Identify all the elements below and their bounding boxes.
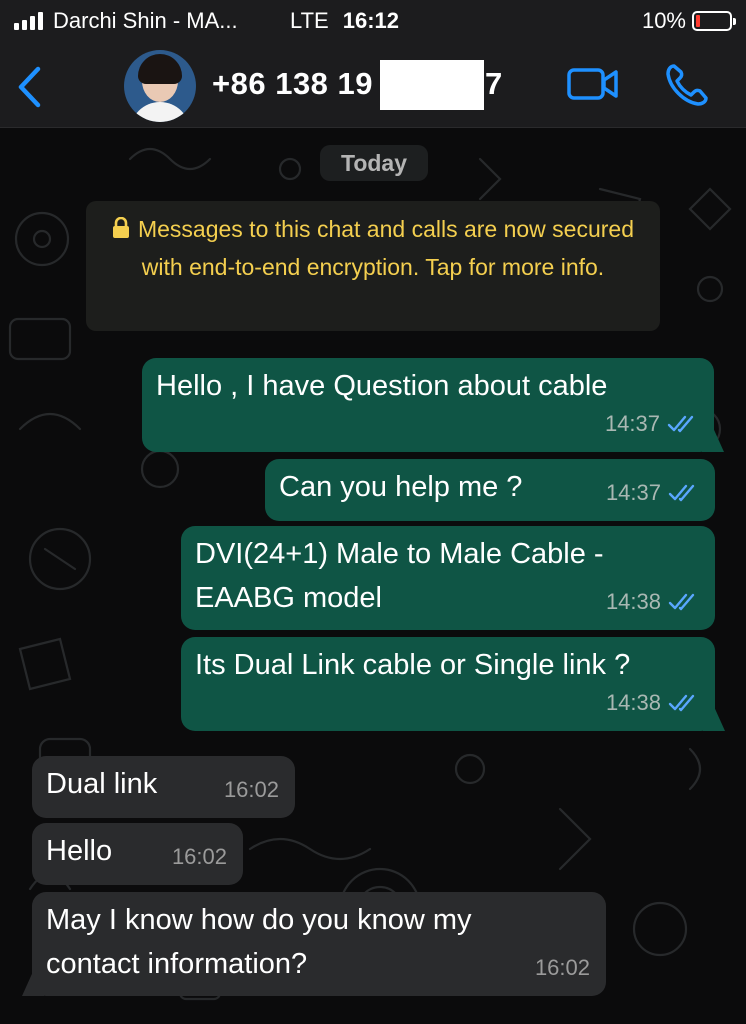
message-text: Hello (46, 835, 113, 867)
message-text: Its Dual Link cable or Single link ? (195, 649, 631, 681)
message-text: EAABG model (195, 582, 382, 614)
contact-number-suffix: 7 (485, 66, 503, 101)
message-meta: 14:38 (606, 580, 701, 624)
message-meta: 16:02 (172, 835, 227, 879)
message-time: 14:38 (605, 690, 661, 715)
message-meta: 16:02 (224, 768, 279, 812)
message-time: 16:02 (171, 844, 227, 869)
clock: 16:12 (342, 8, 399, 33)
redaction-box (380, 60, 484, 110)
message-incoming[interactable]: Dual link 16:02 (32, 756, 295, 818)
message-time: 14:37 (604, 411, 660, 436)
message-outgoing[interactable]: Hello , I have Question about cable 14:3… (142, 358, 724, 452)
status-left: Darchi Shin - MA... (14, 8, 238, 34)
read-ticks-icon (668, 484, 695, 502)
message-time: 16:02 (223, 777, 279, 802)
message-text: DVI(24+1) Male to Male Cable - (195, 538, 604, 570)
encryption-text: Messages to this chat and calls are now … (137, 216, 635, 280)
carrier-label: Darchi Shin - MA... (53, 8, 238, 33)
status-center: LTE 16:12 (290, 8, 399, 34)
message-text: Can you help me ? (279, 471, 523, 503)
message-incoming[interactable]: May I know how do you know my contact in… (22, 892, 606, 996)
chevron-left-icon[interactable] (16, 66, 42, 113)
message-text: May I know how do you know my (46, 904, 472, 936)
signal-strength-icon (14, 12, 43, 30)
status-right: 10% (641, 8, 736, 34)
message-outgoing[interactable]: DVI(24+1) Male to Male Cable - EAABG mod… (181, 526, 715, 630)
message-meta: 14:38 (606, 681, 701, 725)
date-separator: Today (320, 145, 428, 181)
message-meta: 14:37 (606, 471, 701, 515)
message-outgoing[interactable]: Can you help me ? 14:37 (265, 459, 715, 521)
message-text: Dual link (46, 768, 158, 800)
phone-icon[interactable] (664, 62, 710, 113)
message-time: 14:37 (605, 480, 661, 505)
status-bar: Darchi Shin - MA... LTE 16:12 10% (0, 0, 746, 44)
video-camera-icon[interactable] (566, 66, 620, 107)
message-outgoing[interactable]: Its Dual Link cable or Single link ? 14:… (181, 637, 725, 731)
network-label: LTE (290, 8, 329, 33)
read-ticks-icon (667, 415, 694, 433)
message-time: 16:02 (534, 955, 590, 980)
message-text: contact information? (46, 948, 308, 980)
message-meta: 16:02 (535, 946, 590, 990)
message-time: 14:38 (605, 589, 661, 614)
read-ticks-icon (668, 593, 695, 611)
chat-header: +86 138 19 7 (0, 44, 746, 128)
message-text: Hello , I have Question about cable (156, 370, 608, 402)
encryption-notice[interactable]: Messages to this chat and calls are now … (86, 201, 660, 331)
lock-icon (112, 213, 130, 249)
avatar[interactable] (124, 50, 196, 122)
message-incoming[interactable]: Hello 16:02 (32, 823, 243, 885)
battery-icon (692, 11, 736, 31)
contact-number-visible: +86 138 19 (212, 66, 374, 101)
battery-percent: 10% (641, 8, 686, 33)
message-meta: 14:37 (605, 402, 700, 446)
chat-area[interactable]: Today Messages to this chat and calls ar… (0, 129, 746, 1024)
read-ticks-icon (668, 694, 695, 712)
